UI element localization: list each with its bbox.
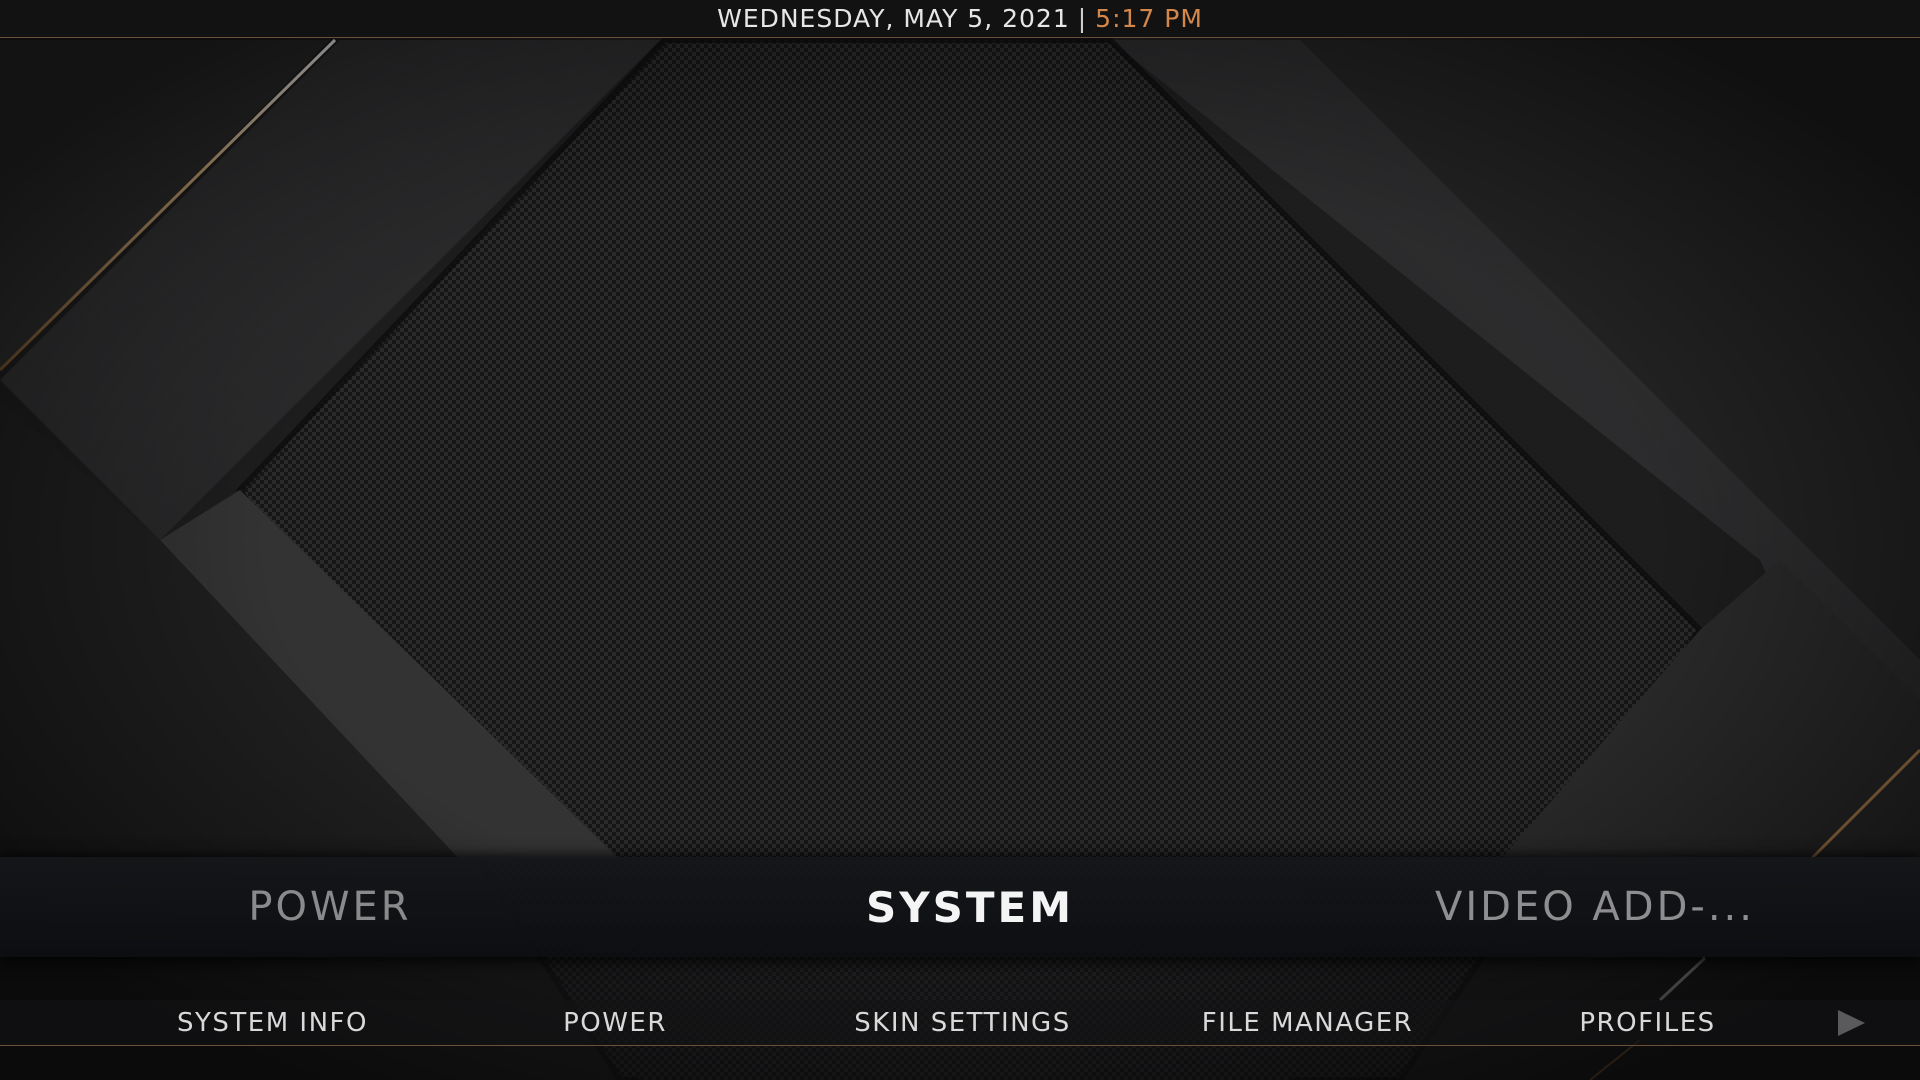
home-screen: WEDNESDAY, MAY 5, 2021 | 5:17 PM POWER SYS… <box>0 0 1920 1080</box>
main-menu-item-selected[interactable]: SYSTEM <box>780 857 1160 957</box>
date-time-separator: | <box>1077 4 1088 33</box>
bottom-strip <box>0 1046 1920 1080</box>
submenu-next-button[interactable] <box>1836 1009 1866 1037</box>
main-menu-bar: POWER SYSTEM VIDEO ADD-... <box>0 857 1920 957</box>
clock-time: 5:17 PM <box>1095 4 1203 33</box>
main-menu-item-previous[interactable]: POWER <box>150 857 510 957</box>
main-menu-item-next[interactable]: VIDEO ADD-... <box>1380 857 1810 957</box>
submenu-item-system-info[interactable]: SYSTEM INFO <box>130 1000 415 1046</box>
submenu-item-skin-settings[interactable]: SKIN SETTINGS <box>820 1000 1105 1046</box>
date-time-display: WEDNESDAY, MAY 5, 2021 | 5:17 PM <box>717 4 1203 33</box>
submenu-item-file-manager[interactable]: FILE MANAGER <box>1165 1000 1450 1046</box>
top-bar: WEDNESDAY, MAY 5, 2021 | 5:17 PM <box>0 0 1920 38</box>
submenu-bar: SYSTEM INFO POWER SKIN SETTINGS FILE MAN… <box>0 1000 1920 1046</box>
submenu-item-profiles[interactable]: PROFILES <box>1510 1000 1785 1046</box>
date-label: WEDNESDAY, MAY 5, 2021 <box>717 4 1070 33</box>
play-arrow-icon <box>1838 1010 1865 1036</box>
submenu-item-power[interactable]: POWER <box>485 1000 745 1046</box>
